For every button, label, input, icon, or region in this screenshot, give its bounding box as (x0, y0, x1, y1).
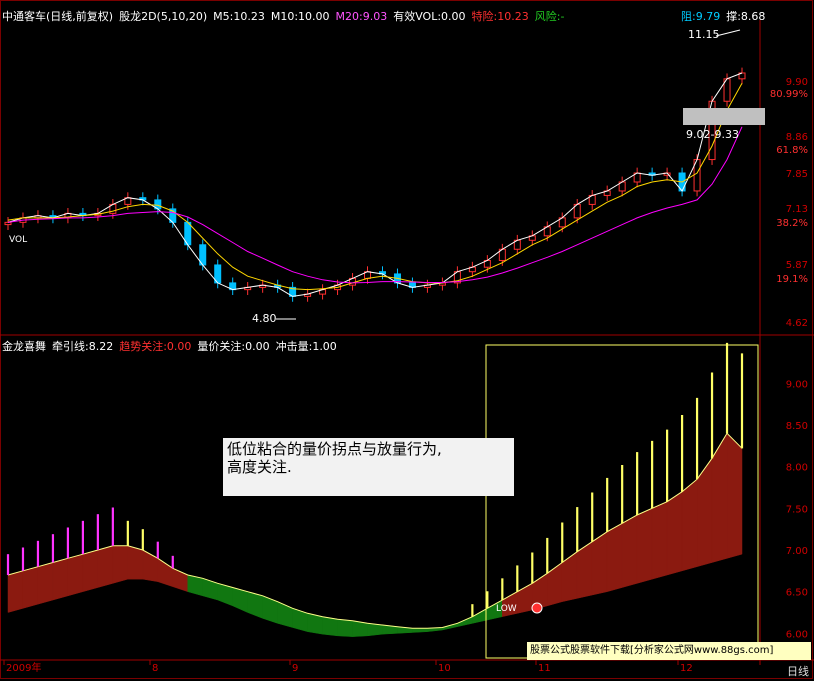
low-label: 4.80 (252, 312, 277, 325)
area-segment (142, 549, 159, 582)
support-zone (683, 108, 765, 125)
y-tick-label: 7.85 (786, 169, 808, 180)
m20-value: M20:9.03 (335, 10, 388, 23)
support-value: 撑:8.68 (726, 10, 766, 23)
y-tick-label: 61.8% (776, 145, 808, 156)
area-segment (37, 562, 54, 605)
area-segment (726, 432, 743, 559)
area-segment (292, 607, 308, 632)
y-tick-label: 9.00 (786, 379, 808, 390)
y-tick-label: 38.2% (776, 218, 808, 229)
ma-line-M5 (7, 72, 743, 297)
x-tick-label: 12 (680, 663, 693, 674)
trigger-value: 特险:10.23 (471, 10, 529, 23)
high-label: 11.15 (688, 28, 720, 41)
stock-chart-window: { "header_top": { "title": "中通客车(日线,前复权)… (0, 0, 814, 681)
ma-line-M10 (7, 83, 743, 291)
y-tick-label: 9.90 (786, 77, 808, 88)
y-tick-label: 6.00 (786, 629, 808, 640)
watermark: 股票公式股票软件下载[分析家公式网www.88gs.com] (527, 642, 811, 660)
annotation-note: 低位粘合的量价拐点与放量行为, 高度关注. (223, 438, 514, 496)
indicator-name: 股龙2D(5,10,20) (119, 10, 208, 23)
area-segment (636, 507, 653, 584)
area-segment (681, 478, 698, 572)
area-segment (561, 551, 578, 602)
y-tick-label: 8.50 (786, 421, 808, 432)
area-segment (112, 545, 129, 584)
y-tick-label: 6.50 (786, 588, 808, 599)
pull-value: 牵引线:8.22 (52, 340, 114, 353)
vol-marker: VOL (9, 235, 27, 245)
impact-value: 冲击量:1.00 (275, 340, 337, 353)
pv-value: 量价关注:0.00 (197, 340, 270, 353)
x-tick-label: 8 (152, 663, 158, 674)
range-label: 9.02-9.33 (686, 128, 739, 141)
area-segment (127, 545, 144, 580)
y-tick-label: 5.87 (786, 260, 808, 271)
y-tick-label: 19.1% (776, 274, 808, 285)
area-segment (666, 491, 683, 576)
m10-value: M10:10.00 (270, 10, 330, 23)
resist-value: 阻:9.79 (681, 10, 721, 23)
x-tick-label: 2009年 (6, 661, 41, 674)
period-label[interactable]: 日线 (787, 663, 809, 679)
area-segment (22, 566, 39, 609)
candle-body (4, 221, 12, 226)
y-tick-label: 8.00 (786, 463, 808, 474)
x-tick-label: 9 (292, 663, 298, 674)
top-header: 中通客车(日线,前复权) 股龙2D(5,10,20) M5:10.23 M10:10.… (2, 8, 570, 24)
area-segment (52, 558, 69, 601)
y-tick-label: 80.99% (770, 89, 808, 100)
area-segment (157, 557, 174, 588)
m5-value: M5:10.23 (213, 10, 265, 23)
area-segment (202, 577, 218, 601)
x-tick-label: 11 (538, 663, 551, 674)
high-arrow (715, 29, 741, 37)
ma-line-M20 (7, 126, 743, 284)
stock-title: 中通客车(日线,前复权) (2, 10, 114, 23)
area-segment (7, 570, 24, 613)
y-tick-label: 7.00 (786, 546, 808, 557)
area-segment (651, 501, 668, 580)
y-tick-label: 8.86 (786, 132, 808, 143)
area-segment (322, 616, 338, 637)
trend-value: 趋势关注:0.00 (119, 340, 192, 353)
area-segment (606, 522, 623, 592)
x-tick-label: 10 (438, 663, 451, 674)
indicator2-name: 金龙喜舞 (2, 340, 46, 353)
low-marker-label: LOW (496, 604, 517, 614)
area-segment (711, 432, 728, 563)
area-segment (337, 618, 353, 637)
note-line-1: 低位粘合的量价拐点与放量行为, (227, 440, 442, 458)
y-tick-label: 7.13 (786, 204, 808, 215)
area-segment (591, 531, 608, 596)
area-segment (696, 457, 713, 567)
area-segment (262, 595, 278, 624)
low-point-marker (531, 602, 543, 614)
area-segment (82, 549, 99, 592)
vol-value: 有效VOL:0.00 (393, 10, 466, 23)
area-segment (412, 628, 428, 633)
resist-support: 阻:9.79 撑:8.68 (681, 8, 771, 24)
y-tick-label: 4.62 (786, 318, 808, 329)
note-line-2: 高度关注. (227, 458, 292, 476)
bottom-header: 金龙喜舞 牵引线:8.22 趋势关注:0.00 量价关注:0.00 冲击量:1.00 (2, 338, 343, 354)
area-segment (97, 545, 114, 588)
area-segment (621, 514, 638, 588)
y-tick-label: 7.50 (786, 504, 808, 515)
risk-value: 风险:- (534, 10, 565, 23)
area-segment (547, 562, 563, 607)
area-segment (67, 553, 84, 597)
